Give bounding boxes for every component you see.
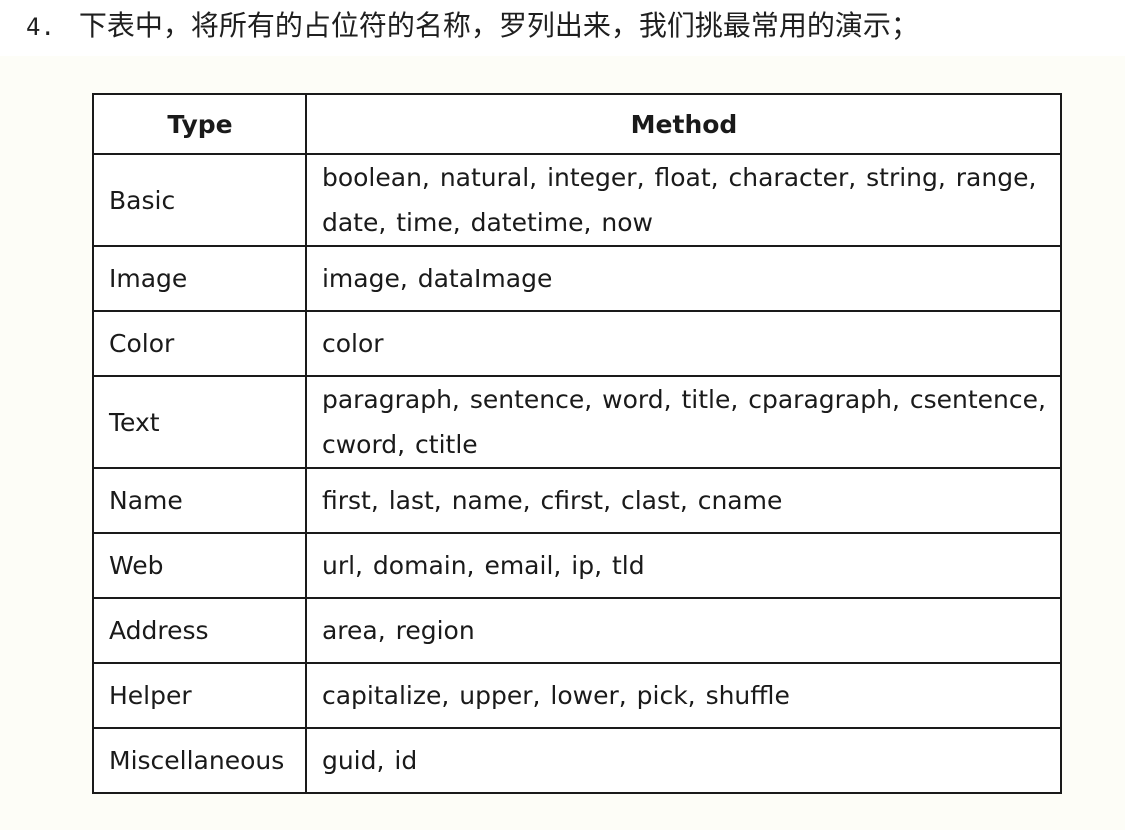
type-cell: Basic [92,153,307,247]
table-row: Miscellaneous guid, id [92,727,1063,794]
table-row: Web url, domain, email, ip, tld [92,532,1063,599]
method-cell: boolean, natural, integer, float, charac… [304,153,1063,247]
header-type: Type [92,93,307,155]
table-row: Text paragraph, sentence, word, title, c… [92,375,1063,469]
method-cell: color [304,310,1063,377]
heading-band: 4. 下表中，将所有的占位符的名称，罗列出来，我们挑最常用的演示； [0,0,1125,56]
placeholder-types-table: Type Method Basic boolean, natural, inte… [92,93,1063,794]
type-cell: Web [92,532,307,599]
type-cell: Image [92,245,307,312]
type-cell: Helper [92,662,307,729]
method-cell: image, dataImage [304,245,1063,312]
type-cell: Text [92,375,307,469]
header-method: Method [304,93,1063,155]
section-number: 4. [26,13,55,41]
type-cell: Miscellaneous [92,727,307,794]
table-row: Basic boolean, natural, integer, float, … [92,153,1063,247]
method-cell: area, region [304,597,1063,664]
section-heading-text: 下表中，将所有的占位符的名称，罗列出来，我们挑最常用的演示； [78,9,919,42]
type-cell: Address [92,597,307,664]
table-row: Address area, region [92,597,1063,664]
table-row: Color color [92,310,1063,377]
section-heading: 4. 下表中，将所有的占位符的名称，罗列出来，我们挑最常用的演示； [26,4,919,48]
type-cell: Color [92,310,307,377]
table-row: Image image, dataImage [92,245,1063,312]
method-cell: first, last, name, cfirst, clast, cname [304,467,1063,534]
type-cell: Name [92,467,307,534]
method-cell: url, domain, email, ip, tld [304,532,1063,599]
table-header-row: Type Method [92,93,1063,155]
method-cell: guid, id [304,727,1063,794]
method-cell: paragraph, sentence, word, title, cparag… [304,375,1063,469]
table-row: Name first, last, name, cfirst, clast, c… [92,467,1063,534]
method-cell: capitalize, upper, lower, pick, shuffle [304,662,1063,729]
table-row: Helper capitalize, upper, lower, pick, s… [92,662,1063,729]
